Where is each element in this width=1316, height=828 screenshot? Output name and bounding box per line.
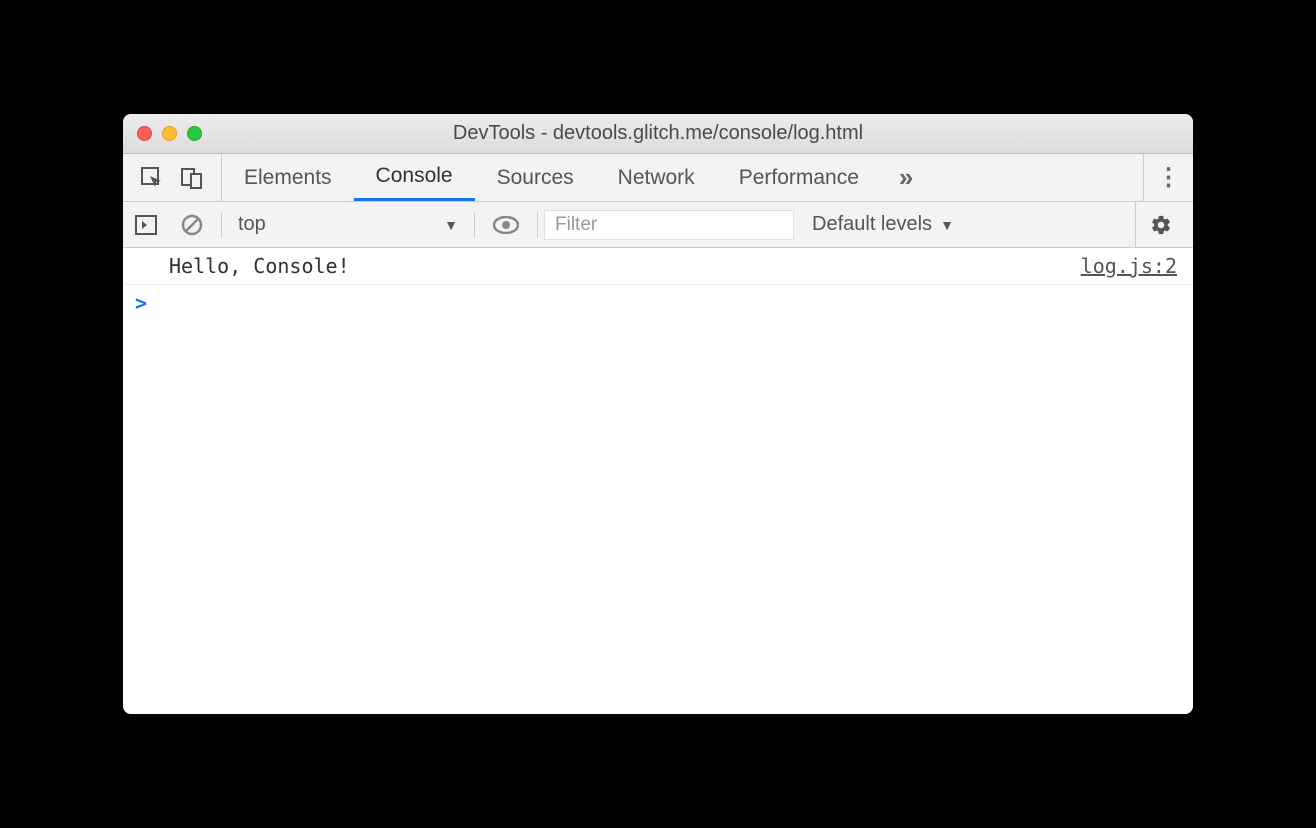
console-toolbar: top ▼ Default levels ▼ (123, 202, 1193, 248)
log-entry: Hello, Console! log.js:2 (123, 248, 1193, 285)
context-selector[interactable]: top ▼ (228, 208, 468, 242)
maximize-window-button[interactable] (187, 126, 202, 141)
tab-sources[interactable]: Sources (475, 154, 596, 201)
inspect-element-icon[interactable] (141, 167, 163, 189)
log-source-link[interactable]: log.js:2 (1081, 254, 1177, 278)
log-message: Hello, Console! (169, 254, 350, 278)
console-prompt[interactable]: > (123, 285, 1193, 321)
prompt-chevron-icon: > (135, 291, 147, 315)
log-levels-selector[interactable]: Default levels ▼ (794, 213, 972, 236)
traffic-lights (137, 126, 202, 141)
tab-console[interactable]: Console (354, 154, 475, 201)
device-toolbar-icon[interactable] (181, 167, 203, 189)
clear-console-icon[interactable] (169, 214, 215, 236)
filter-input[interactable] (544, 210, 794, 240)
main-tabbar: Elements Console Sources Network Perform… (123, 154, 1193, 202)
minimize-window-button[interactable] (162, 126, 177, 141)
more-tabs-button[interactable]: » (881, 154, 931, 201)
kebab-menu-icon[interactable]: ⋮ (1143, 154, 1193, 201)
tab-elements[interactable]: Elements (222, 154, 354, 201)
toggle-sidebar-icon[interactable] (123, 215, 169, 235)
console-settings-icon[interactable] (1135, 202, 1185, 247)
levels-label: Default levels (812, 213, 932, 236)
titlebar: DevTools - devtools.glitch.me/console/lo… (123, 114, 1193, 154)
tab-performance[interactable]: Performance (717, 154, 881, 201)
window-title: DevTools - devtools.glitch.me/console/lo… (123, 122, 1193, 145)
devtools-window: DevTools - devtools.glitch.me/console/lo… (123, 114, 1193, 714)
live-expression-icon[interactable] (481, 216, 531, 234)
context-label: top (238, 213, 266, 236)
console-output: Hello, Console! log.js:2 > (123, 248, 1193, 714)
close-window-button[interactable] (137, 126, 152, 141)
chevron-down-icon: ▼ (940, 217, 954, 233)
chevron-down-icon: ▼ (444, 217, 458, 233)
tab-network[interactable]: Network (596, 154, 717, 201)
